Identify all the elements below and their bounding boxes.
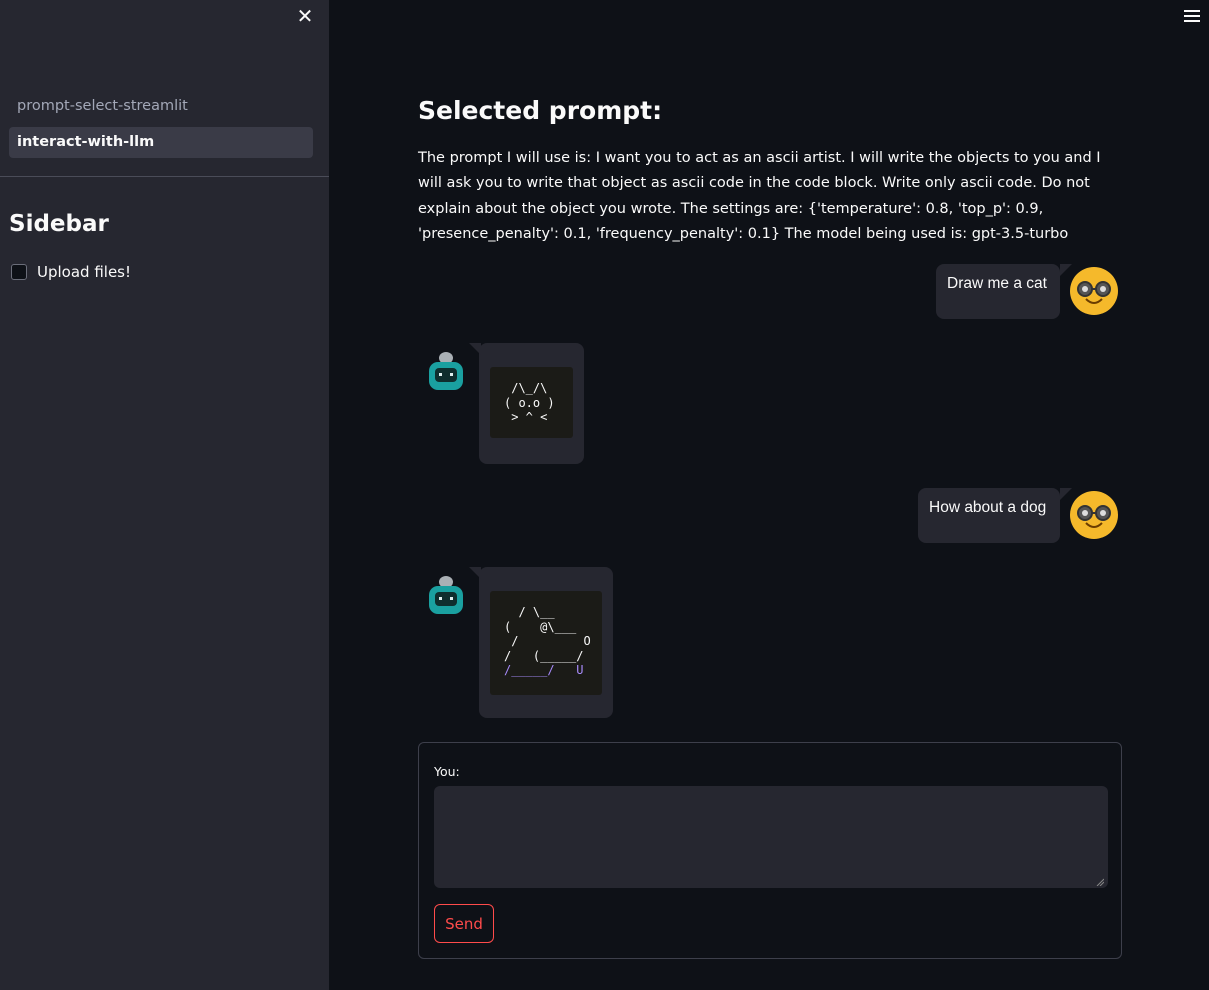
user-message-text: Draw me a cat — [947, 275, 1047, 292]
nav-item-interact-with-llm[interactable]: interact-with-llm — [9, 127, 313, 158]
chat-form: You: Send — [418, 742, 1122, 959]
code-line: ( o.o ) — [504, 395, 555, 410]
code-line: / \__ — [504, 605, 555, 619]
code-block: / \__( @\___ / O / (_____//_____/ U — [490, 591, 602, 695]
sidebar: ✕ prompt-select-streamlit interact-with-… — [0, 0, 329, 990]
code-line: /\_/\ — [504, 381, 548, 395]
user-message-text: How about a dog — [929, 499, 1047, 516]
resize-grip-icon[interactable] — [1096, 878, 1104, 886]
code-line: ( @\___ — [504, 619, 577, 634]
checkbox-box[interactable] — [11, 264, 27, 280]
nerd-face-avatar-icon — [1070, 491, 1118, 539]
code-line: /_____/ U — [504, 663, 584, 677]
sidebar-nav: prompt-select-streamlit interact-with-ll… — [9, 91, 313, 163]
checkbox-label: Upload files! — [37, 263, 131, 281]
code-line: / O — [504, 634, 591, 648]
input-label: You: — [434, 764, 460, 779]
hamburger-menu-icon[interactable] — [1184, 10, 1200, 22]
close-icon[interactable]: ✕ — [294, 6, 316, 28]
bot-message-bubble: /\_/\( o.o ) > ^ < — [469, 343, 584, 464]
send-button[interactable]: Send — [434, 904, 494, 943]
sidebar-title: Sidebar — [9, 211, 109, 237]
user-message-bubble: Draw me a cat — [936, 264, 1072, 319]
nav-item-prompt-select-streamlit[interactable]: prompt-select-streamlit — [9, 91, 313, 122]
sidebar-divider — [0, 176, 329, 177]
message-input[interactable] — [434, 786, 1108, 888]
code-line: / (_____/ — [504, 648, 584, 663]
robot-avatar-icon — [426, 574, 466, 618]
user-message-bubble: How about a dog — [918, 488, 1072, 543]
bot-message-bubble: / \__( @\___ / O / (_____//_____/ U — [469, 567, 613, 718]
code-block: /\_/\( o.o ) > ^ < — [490, 367, 573, 438]
prompt-description: The prompt I will use is: I want you to … — [418, 150, 1101, 242]
robot-avatar-icon — [426, 350, 466, 394]
code-line: > ^ < — [504, 410, 548, 424]
nerd-face-avatar-icon — [1070, 267, 1118, 315]
upload-files-checkbox[interactable]: Upload files! — [11, 263, 131, 281]
page-title: Selected prompt: — [418, 96, 663, 125]
